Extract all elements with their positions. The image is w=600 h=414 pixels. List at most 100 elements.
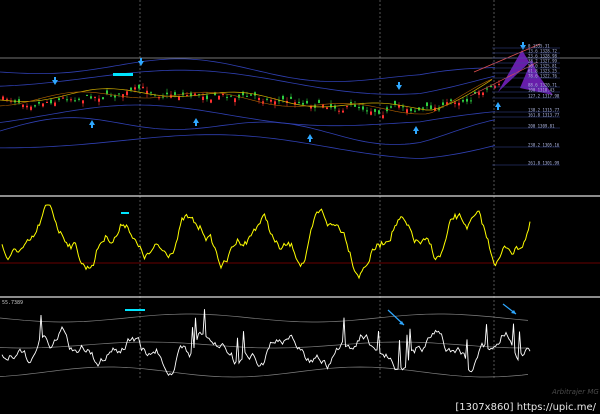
candle-body — [62, 97, 64, 99]
candle-body — [174, 92, 176, 96]
buy-signal-arrow-icon — [307, 134, 313, 142]
marker-bar — [113, 73, 133, 76]
candle-body — [410, 108, 412, 111]
oscillator-2-level-label: 55.7389 — [2, 300, 23, 306]
candle-body — [458, 102, 460, 106]
watermark: Arbitrajer MG — [551, 388, 599, 396]
price-panel — [0, 42, 553, 160]
candle-body — [142, 86, 144, 89]
bollinger-band-line — [0, 69, 496, 95]
sell-signal-arrow-icon — [138, 58, 144, 66]
candle-body — [230, 95, 232, 97]
candle-body — [150, 92, 152, 94]
candle-body — [282, 95, 284, 100]
candle-body — [102, 97, 104, 99]
candle-body — [342, 110, 344, 113]
candle-body — [126, 91, 128, 96]
candle-body — [366, 110, 368, 112]
candle-body — [462, 100, 464, 102]
candle-body — [454, 102, 456, 104]
buy-signal-arrow-icon — [193, 118, 199, 126]
fib-level-label: 261.8 1301.99 — [528, 161, 560, 166]
candle-body — [354, 104, 356, 107]
candle-body — [346, 106, 348, 108]
buy-signal-arrow-icon — [495, 102, 501, 110]
sell-signal-arrow-icon — [396, 82, 402, 90]
candle-body — [382, 115, 384, 119]
fib-level-label: 127.2 1317.98 — [528, 94, 560, 99]
candle-body — [422, 107, 424, 109]
candle-body — [430, 105, 432, 109]
candle-body — [226, 96, 228, 98]
oscillator-band-line — [0, 366, 529, 378]
candle-body — [466, 98, 468, 102]
candle-body — [414, 110, 416, 112]
candle-body — [94, 96, 96, 98]
oscillator-1-line — [1, 204, 531, 280]
candle-body — [450, 99, 452, 101]
candle-body — [266, 98, 268, 100]
candle-body — [26, 105, 28, 108]
fib-level-label: 161.8 1313.77 — [528, 113, 560, 118]
image-source-footer: [1307x860] https://upic.me/ — [453, 402, 598, 413]
candle-body — [442, 102, 444, 105]
candle-body — [6, 98, 8, 100]
trading-chart: 0 1335.31 13.6 1328.72 23.6 1328.98 38.2 13… — [0, 0, 600, 414]
candle-body — [86, 95, 88, 96]
buy-signal-arrow-icon — [413, 126, 419, 134]
oscillator-1-panel — [0, 204, 600, 280]
candle-body — [374, 109, 376, 112]
candle-body — [122, 94, 124, 98]
candle-body — [258, 98, 260, 101]
candle-body — [166, 92, 168, 95]
candle-body — [306, 100, 308, 104]
candle-body — [358, 107, 360, 109]
candle-body — [402, 106, 404, 108]
candle-body — [54, 102, 56, 106]
candle-body — [250, 94, 252, 96]
candle-body — [74, 100, 76, 102]
candle-body — [210, 99, 212, 103]
candle-body — [326, 107, 328, 109]
candle-body — [394, 100, 396, 105]
chart-canvas: 0 1335.3113.6 1328.7223.6 1328.9838.2 13… — [0, 0, 600, 396]
candle-body — [482, 92, 484, 95]
oscillator-band-line — [0, 341, 528, 349]
candle-body — [234, 98, 236, 103]
fib-level-label: 100 1318.43 — [528, 88, 555, 93]
candle-body — [130, 87, 132, 90]
candle-body — [50, 99, 52, 104]
candle-body — [362, 106, 364, 110]
candle-body — [218, 95, 220, 100]
candle-body — [406, 109, 408, 113]
candle-body — [202, 96, 204, 100]
candle-body — [70, 99, 72, 101]
marker-bar — [125, 309, 145, 311]
candle-body — [46, 102, 48, 103]
candle-body — [274, 101, 276, 105]
candle-body — [138, 84, 140, 89]
candle-body — [478, 92, 480, 95]
candle-body — [246, 95, 248, 97]
candle-body — [110, 95, 112, 97]
candle-body — [470, 100, 472, 102]
candle-body — [486, 88, 488, 90]
oscillator-band-line — [0, 313, 529, 323]
candle-body — [378, 110, 380, 114]
sell-signal-arrow-icon — [520, 42, 526, 50]
candle-body — [206, 95, 208, 100]
candle-body — [66, 99, 68, 101]
candle-body — [30, 106, 32, 110]
oscillator-2-line — [1, 309, 531, 376]
candle-body — [370, 111, 372, 115]
candle-body — [90, 96, 92, 99]
candle-body — [318, 100, 320, 103]
sell-signal-arrow-icon — [52, 77, 58, 85]
candle-body — [178, 96, 180, 100]
candle-body — [498, 83, 500, 85]
candle-body — [42, 103, 44, 107]
candle-body — [290, 96, 292, 99]
candle-body — [34, 105, 36, 107]
candle-body — [194, 93, 196, 96]
candle-body — [338, 110, 340, 112]
